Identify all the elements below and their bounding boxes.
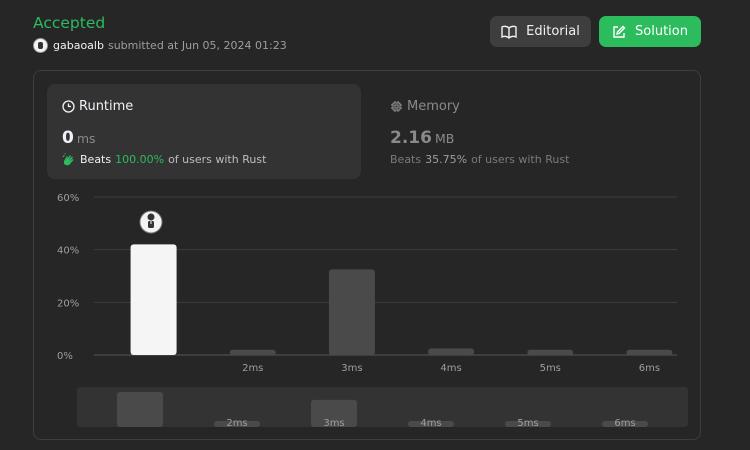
runtime-distribution-chart: 0% 20% 40% 60% 2ms 3ms 4ms 5ms 6ms 2ms 3ms 4ms 5ms…	[57, 193, 688, 429]
x-tick-label: 6ms	[639, 363, 660, 374]
overview-tick-label: 5ms	[517, 418, 538, 429]
runtime-bar[interactable]	[130, 244, 177, 355]
overview-bar	[117, 392, 163, 427]
overview-tick-label: 2ms	[226, 418, 247, 429]
y-tick-label: 0%	[57, 351, 73, 362]
x-tick-label: 4ms	[440, 363, 461, 374]
x-tick-label: 2ms	[242, 363, 263, 374]
submission-header: Accepted gabaoalb submitted at Jun 05, 2…	[33, 12, 701, 53]
x-tick-label: 3ms	[341, 363, 362, 374]
submitter-line: gabaoalb submitted at Jun 05, 2024 01:23	[33, 38, 287, 53]
username-link[interactable]: gabaoalb	[53, 39, 104, 52]
user-avatar[interactable]	[33, 38, 48, 53]
status-accepted: Accepted	[33, 14, 106, 32]
runtime-bar[interactable]	[328, 269, 375, 355]
overview-tick-label: 6ms	[614, 418, 635, 429]
solution-button[interactable]: Solution	[599, 16, 701, 47]
y-tick-label: 20%	[57, 298, 79, 309]
x-tick-label: 5ms	[540, 363, 561, 374]
overview-strip[interactable]	[77, 387, 688, 427]
runtime-bar[interactable]	[229, 349, 276, 355]
solution-label: Solution	[635, 24, 688, 39]
overview-tick-label: 4ms	[420, 418, 441, 429]
editorial-label: Editorial	[526, 24, 580, 39]
overview-tick-label: 3ms	[323, 418, 344, 429]
book-icon	[501, 25, 517, 39]
runtime-bar[interactable]	[428, 348, 475, 355]
y-tick-label: 40%	[57, 246, 79, 257]
edit-icon	[613, 25, 626, 38]
runtime-bar[interactable]	[527, 349, 574, 355]
y-tick-label: 60%	[57, 193, 79, 204]
runtime-bar[interactable]	[626, 349, 673, 355]
performance-panel: Runtime 0 ms Beats 100.00% of users with …	[33, 70, 701, 440]
editorial-button[interactable]: Editorial	[490, 16, 591, 47]
submitted-time: submitted at Jun 05, 2024 01:23	[107, 39, 287, 52]
